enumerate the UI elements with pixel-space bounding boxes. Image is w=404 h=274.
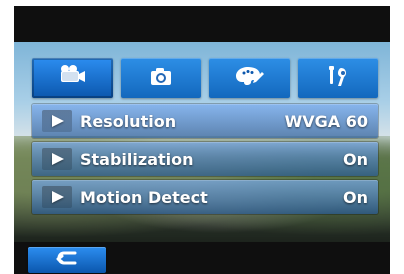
play-icon [42, 186, 72, 208]
tools-icon [321, 62, 355, 94]
return-arrow-icon [52, 249, 82, 271]
play-icon [42, 110, 72, 132]
top-bar [14, 6, 390, 42]
menu-item-label: Resolution [80, 112, 177, 131]
menu-item-label: Stabilization [80, 150, 194, 169]
menu-item-value: On [343, 150, 368, 169]
play-icon [42, 148, 72, 170]
back-button[interactable] [28, 247, 106, 273]
camera-display: Resolution WVGA 60 Stabilization On Moti… [14, 6, 390, 274]
menu-item-label: Motion Detect [80, 188, 208, 207]
tab-effects[interactable] [209, 58, 290, 98]
camera-settings-screen: Resolution WVGA 60 Stabilization On Moti… [0, 0, 404, 274]
tab-video[interactable] [32, 58, 113, 98]
tab-photo[interactable] [120, 58, 201, 98]
settings-menu: Resolution WVGA 60 Stabilization On Moti… [32, 104, 378, 224]
menu-item-resolution[interactable]: Resolution WVGA 60 [32, 104, 378, 138]
tab-setup[interactable] [297, 58, 378, 98]
menu-item-motion-detect[interactable]: Motion Detect On [32, 180, 378, 214]
menu-item-stabilization[interactable]: Stabilization On [32, 142, 378, 176]
video-camera-icon [55, 62, 89, 94]
menu-item-value: WVGA 60 [284, 112, 368, 131]
menu-item-value: On [343, 188, 368, 207]
mode-tabs [32, 58, 378, 98]
palette-brush-icon [232, 62, 266, 94]
camera-icon [144, 62, 178, 94]
